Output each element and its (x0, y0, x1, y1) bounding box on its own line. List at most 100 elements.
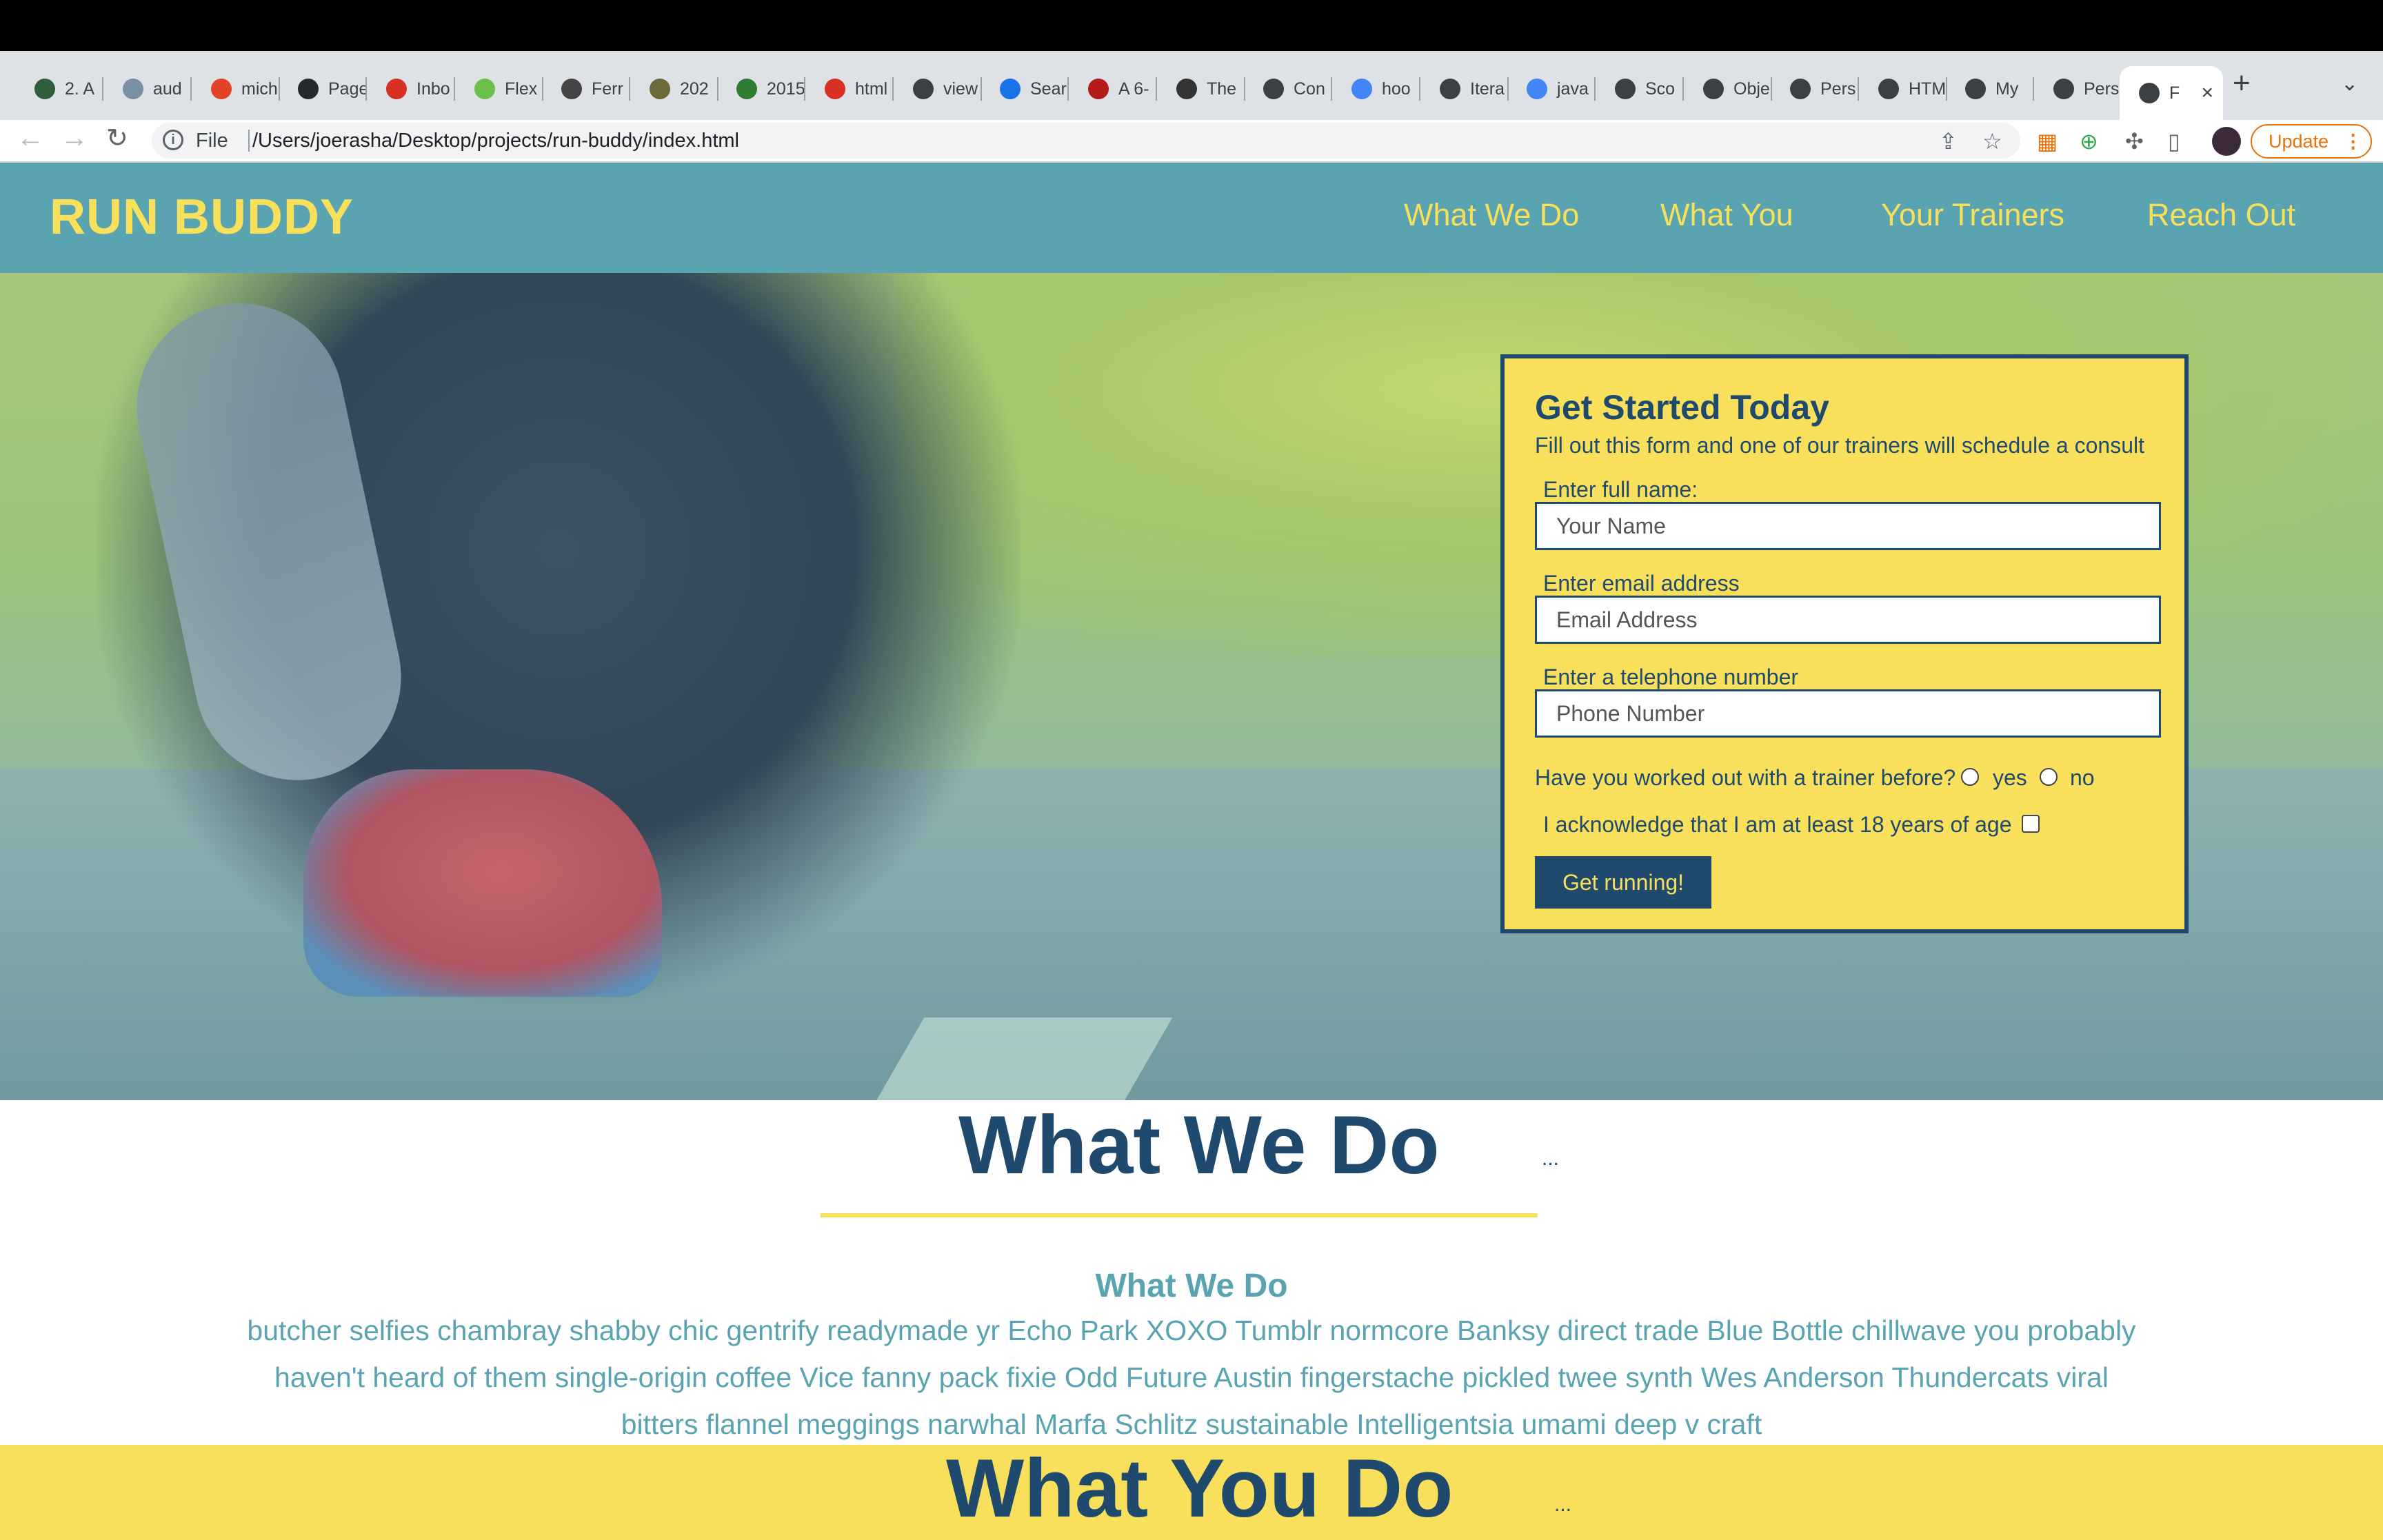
browser-tab[interactable]: Itera (1420, 66, 1509, 112)
get-running-button[interactable]: Get running! (1535, 856, 1711, 909)
what-you-do-title: What You Do (946, 1445, 1454, 1534)
tab-label: My (1995, 79, 2019, 99)
globe-icon (1703, 79, 1724, 99)
get-started-form: Get Started Today Fill out this form and… (1500, 354, 2189, 933)
person-icon (561, 79, 582, 99)
tab-label: Flex (505, 79, 538, 99)
globe-icon (2053, 79, 2074, 99)
bookmark-star-icon[interactable]: ☆ (1982, 128, 2002, 154)
github-icon (298, 79, 319, 99)
no-label: no (2070, 765, 2095, 790)
nav-what-we-do[interactable]: What We Do (1404, 197, 1579, 233)
browser-tab[interactable]: 2015 (717, 66, 805, 112)
update-button[interactable]: Update ⋮ (2251, 124, 2372, 159)
phone-label: Enter a telephone number (1543, 665, 1799, 689)
browser-tab[interactable]: hoo (1332, 66, 1420, 112)
browser-tab[interactable]: Ferr (542, 66, 630, 112)
tab-label: Inbo (416, 79, 450, 99)
tab-label: Obje (1733, 79, 1770, 99)
browser-tab[interactable]: Pers (1771, 66, 1859, 112)
nav-your-trainers[interactable]: Your Trainers (1881, 197, 2064, 233)
update-label: Update (2269, 130, 2329, 152)
email-input[interactable] (1535, 596, 2161, 644)
browser-tab[interactable]: 2. A (15, 66, 103, 112)
browser-tab[interactable]: Inbo (367, 66, 455, 112)
phone-input[interactable] (1535, 689, 2161, 738)
tab-label: html (855, 79, 888, 99)
browser-tab[interactable]: F × (2120, 66, 2223, 120)
side-panel-icon[interactable]: ▯ (2168, 128, 2180, 154)
address-bar[interactable]: i File /Users/joerasha/Desktop/projects/… (152, 123, 2020, 159)
browser-tab[interactable]: mich (192, 66, 280, 112)
extension-plus-icon[interactable]: ⊕ (2080, 128, 2098, 154)
browser-tab[interactable]: Sear (981, 66, 1069, 112)
age-checkbox[interactable] (2022, 815, 2040, 833)
name-label: Enter full name: (1543, 477, 1698, 502)
browser-tab[interactable]: A 6- (1069, 66, 1157, 112)
tab-label: Itera (1470, 79, 1505, 99)
tab-search-chevron-icon[interactable]: ⌄ (2341, 72, 2358, 96)
site-logo[interactable]: RUN BUDDY (50, 189, 354, 245)
browser-tab[interactable]: Page (279, 66, 367, 112)
browser-tab[interactable]: aud (103, 66, 192, 112)
browser-tab[interactable]: Obje (1684, 66, 1772, 112)
globe-icon (1440, 79, 1460, 99)
globe-icon (1790, 79, 1811, 99)
nav-reach-out[interactable]: Reach Out (2147, 197, 2295, 233)
age-acknowledgement: I acknowledge that I am at least 18 year… (1543, 812, 2012, 837)
tab-label: 2. A (65, 79, 95, 99)
gitlab-icon (211, 79, 232, 99)
reload-icon[interactable]: ↻ (106, 123, 128, 154)
tab-label: 202 (680, 79, 709, 99)
browser-tab[interactable]: 202 (630, 66, 718, 112)
trainer-question: Have you worked out with a trainer befor… (1535, 765, 1956, 790)
nav-what-you[interactable]: What You (1660, 197, 1793, 233)
tab-label: Sear (1030, 79, 1067, 99)
tab-label: HTM (1909, 79, 1947, 99)
google-icon (1351, 79, 1372, 99)
spartan-icon (34, 79, 55, 99)
info-icon[interactable]: i (163, 130, 183, 150)
name-input[interactable] (1535, 502, 2161, 550)
omnibox-divider (248, 130, 250, 152)
browser-tab[interactable]: Sco (1596, 66, 1684, 112)
email-label: Enter email address (1543, 571, 1740, 596)
browser-tab[interactable]: Con (1244, 66, 1332, 112)
trainer-yes-radio[interactable] (1961, 768, 1979, 786)
what-you-do-section: What You Do ... (0, 1445, 2383, 1540)
tab-label: The (1207, 79, 1237, 99)
share-icon[interactable]: ⇪ (1939, 128, 1958, 154)
what-we-do-dots: ... (1542, 1147, 1560, 1170)
browser-tab[interactable]: view (894, 66, 982, 112)
frog-icon (474, 79, 495, 99)
back-arrow-icon[interactable]: ← (17, 123, 44, 154)
globe-icon (1263, 79, 1284, 99)
browser-tab[interactable]: The (1157, 66, 1245, 112)
tab-label: java (1557, 79, 1589, 99)
form-title: Get Started Today (1535, 388, 1829, 427)
browser-tab[interactable]: My (1946, 66, 2034, 112)
extension-grid-icon[interactable]: ▦ (2037, 128, 2058, 154)
tab-label: mich (241, 79, 278, 99)
browser-tab[interactable]: java (1507, 66, 1596, 112)
forward-arrow-icon[interactable]: → (61, 123, 88, 154)
profile-avatar[interactable] (2212, 127, 2241, 156)
site-header: RUN BUDDY What We Do What You Your Train… (0, 163, 2383, 273)
tab-label: aud (153, 79, 182, 99)
gmail-icon (825, 79, 845, 99)
trainer-no-radio[interactable] (2040, 768, 2058, 786)
browser-tab[interactable]: HTM (1859, 66, 1947, 112)
what-we-do-title: What We Do (958, 1099, 1440, 1191)
new-tab-button[interactable]: + (2233, 66, 2251, 101)
browser-tab[interactable]: Flex (455, 66, 543, 112)
tab-label: F (2169, 83, 2180, 103)
what-we-do-body: butcher selfies chambray shabby chic gen… (247, 1315, 2136, 1440)
extensions-puzzle-icon[interactable]: ✣ (2125, 128, 2144, 154)
browser-tab[interactable]: html (805, 66, 894, 112)
browser-toolbar: ← → ↻ i File /Users/joerasha/Desktop/pro… (0, 120, 2383, 161)
close-tab-icon[interactable]: × (2201, 81, 2213, 105)
globe-icon (913, 79, 934, 99)
browser-tab[interactable]: Pers (2034, 66, 2122, 112)
tab-label: Sco (1645, 79, 1676, 99)
url-text[interactable]: /Users/joerasha/Desktop/projects/run-bud… (252, 130, 739, 152)
